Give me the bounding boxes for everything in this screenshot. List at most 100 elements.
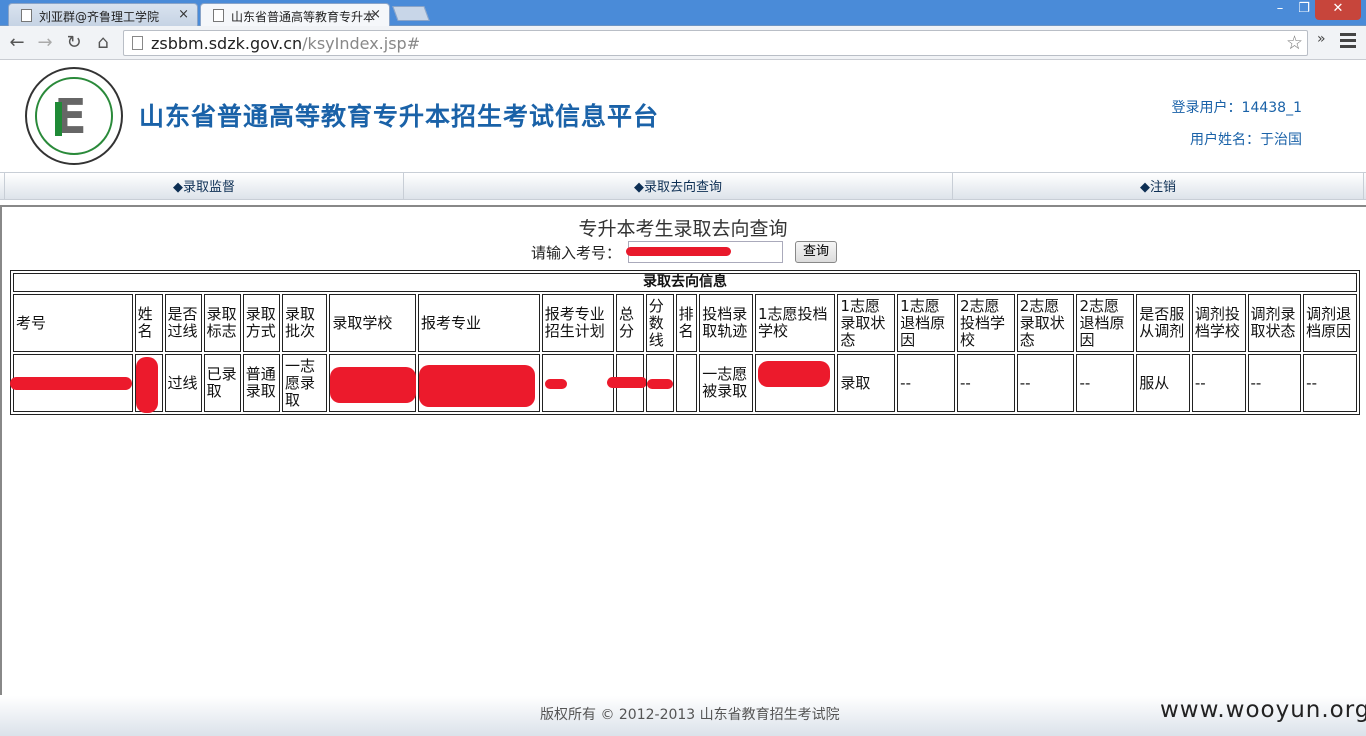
col-header: 调剂录取状态 (1247, 294, 1302, 352)
close-tab-icon[interactable]: × (370, 7, 381, 22)
cell-adjust-reason: -- (1303, 354, 1357, 412)
cell-second-choice-reason: -- (1076, 354, 1135, 412)
col-header: 录取批次 (281, 294, 328, 352)
col-header: 报考专业招生计划 (541, 294, 614, 352)
col-header: 总分 (615, 294, 644, 352)
col-header: 姓名 (134, 294, 163, 352)
url-text: zsbbm.sdzk.gov.cn/ksyIndex.jsp# (151, 34, 421, 53)
redaction-mark (606, 377, 647, 388)
col-header: 调剂投档学校 (1191, 294, 1246, 352)
reload-icon[interactable]: ↻ (63, 32, 85, 54)
redaction-mark (135, 357, 158, 413)
user-info: 登录用户：14438_1 用户姓名：于治国 (1172, 92, 1302, 156)
user-name: 用户姓名：于治国 (1190, 132, 1302, 148)
redaction-mark (646, 379, 673, 389)
logo: E (25, 67, 123, 165)
restore-icon[interactable]: ❐ (1294, 0, 1314, 20)
cell-accept-adjust: 服从 (1136, 354, 1190, 412)
query-button[interactable]: 查询 (795, 241, 837, 263)
col-header: 录取学校 (329, 294, 416, 352)
cell-plan (541, 354, 614, 412)
login-user: 登录用户：14438_1 (1171, 100, 1302, 116)
col-header: 1志愿录取状态 (837, 294, 896, 352)
col-header: 是否服从调剂 (1136, 294, 1190, 352)
cell-name (134, 354, 163, 413)
col-header: 分数线 (645, 294, 674, 352)
table-row: 过线 已录取 普通录取 一志愿录取 一志愿被录取 录取 -- -- -- -- … (10, 354, 1357, 413)
col-header: 调剂退档原因 (1303, 294, 1357, 352)
page-icon (21, 9, 32, 22)
col-header: 录取标志 (203, 294, 241, 352)
col-header: 2志愿退档原因 (1076, 294, 1135, 352)
table-header-row: 考号 姓名 是否过线 录取标志 录取方式 录取批次 录取学校 报考专业 报考专业… (13, 294, 1357, 352)
menu-item-supervision[interactable]: ◆录取监督 (4, 173, 404, 199)
new-tab-button[interactable] (392, 6, 430, 21)
bookmark-star-icon[interactable]: ☆ (1286, 32, 1303, 54)
redaction-mark (757, 361, 830, 387)
cell-first-choice-school (754, 354, 836, 412)
cell-school (329, 354, 417, 412)
cell-passed: 过线 (164, 354, 202, 412)
cell-second-choice-school: -- (956, 354, 1015, 412)
menu-icon[interactable] (1340, 33, 1356, 51)
col-header: 报考专业 (417, 294, 540, 352)
col-header: 1志愿投档学校 (754, 294, 836, 352)
col-header: 2志愿录取状态 (1016, 294, 1075, 352)
main-menu: ◆录取监督 ◆录取去向查询 ◆注销 (0, 172, 1366, 200)
site-header: E 山东省普通高等教育专升本招生考试信息平台 登录用户：14438_1 用户姓名… (0, 61, 1366, 170)
cell-exam-number (10, 354, 133, 412)
redaction-mark (330, 367, 417, 403)
col-header: 2志愿投档学校 (956, 294, 1015, 352)
close-window-icon[interactable]: ✕ (1315, 0, 1361, 20)
tab-label: 山东省普通高等教育专升本 (231, 10, 376, 24)
col-header: 1志愿退档原因 (897, 294, 955, 352)
browser-tab-2[interactable]: 山东省普通高等教育专升本 × (200, 3, 390, 26)
copyright-text: 版权所有 © 2012-2013 山东省教育招生考试院 (540, 707, 840, 723)
col-header: 排名 (675, 294, 698, 352)
col-header: 投档录取轨迹 (699, 294, 753, 352)
cell-adjust-school: -- (1191, 354, 1246, 412)
cell-admit-flag: 已录取 (203, 354, 241, 412)
cell-first-choice-reason: -- (897, 354, 955, 412)
redaction-mark (626, 247, 731, 256)
chevron-right-icon[interactable]: » (1317, 31, 1326, 47)
col-header: 考号 (13, 294, 133, 352)
footer: 版权所有 © 2012-2013 山东省教育招生考试院 www.wooyun.o… (0, 696, 1366, 736)
menu-item-admission-query[interactable]: ◆录取去向查询 (404, 173, 953, 199)
page-icon (213, 9, 224, 22)
col-header: 录取方式 (242, 294, 280, 352)
redaction-mark (418, 365, 535, 407)
table-caption: 录取去向信息 (13, 273, 1357, 292)
exam-number-label: 请输入考号： (531, 244, 622, 262)
cell-second-choice-status: -- (1016, 354, 1075, 412)
watermark: www.wooyun.org (1160, 697, 1366, 723)
redaction-mark (10, 377, 132, 390)
cell-admit-batch: 一志愿录取 (281, 354, 328, 412)
site-title: 山东省普通高等教育专升本招生考试信息平台 (139, 102, 660, 131)
menu-item-logout[interactable]: ◆注销 (953, 173, 1364, 199)
back-icon[interactable]: ← (6, 32, 28, 54)
close-tab-icon[interactable]: × (178, 7, 189, 22)
cell-adjust-status: -- (1247, 354, 1302, 412)
page-icon (132, 36, 143, 50)
browser-tab-bar: 刘亚群@齐鲁理工学院 × 山东省普通高等教育专升本 × – ❐ ✕ (0, 0, 1366, 26)
col-header: 是否过线 (164, 294, 202, 352)
cell-track: 一志愿被录取 (699, 354, 753, 412)
cell-first-choice-status: 录取 (837, 354, 896, 412)
redaction-mark (544, 379, 567, 389)
browser-tab-1[interactable]: 刘亚群@齐鲁理工学院 × (8, 3, 198, 26)
result-table: 录取去向信息 考号 姓名 是否过线 录取标志 录取方式 录取批次 录取学校 报考… (10, 270, 1360, 415)
cell-total-score (606, 354, 647, 412)
page-title: 专升本考生录取去向查询 (578, 218, 788, 240)
home-icon[interactable]: ⌂ (92, 32, 114, 54)
cell-major (417, 354, 540, 412)
cell-rank (675, 354, 698, 412)
forward-icon[interactable]: → (34, 32, 56, 54)
minimize-icon[interactable]: – (1270, 0, 1290, 20)
address-bar[interactable]: zsbbm.sdzk.gov.cn/ksyIndex.jsp# ☆ (123, 30, 1308, 56)
cell-cutoff (645, 354, 674, 412)
browser-toolbar: ← → ↻ ⌂ zsbbm.sdzk.gov.cn/ksyIndex.jsp# … (0, 26, 1366, 60)
cell-admit-mode: 普通录取 (242, 354, 280, 412)
tab-label: 刘亚群@齐鲁理工学院 (39, 10, 160, 24)
exam-number-input[interactable] (626, 241, 783, 263)
